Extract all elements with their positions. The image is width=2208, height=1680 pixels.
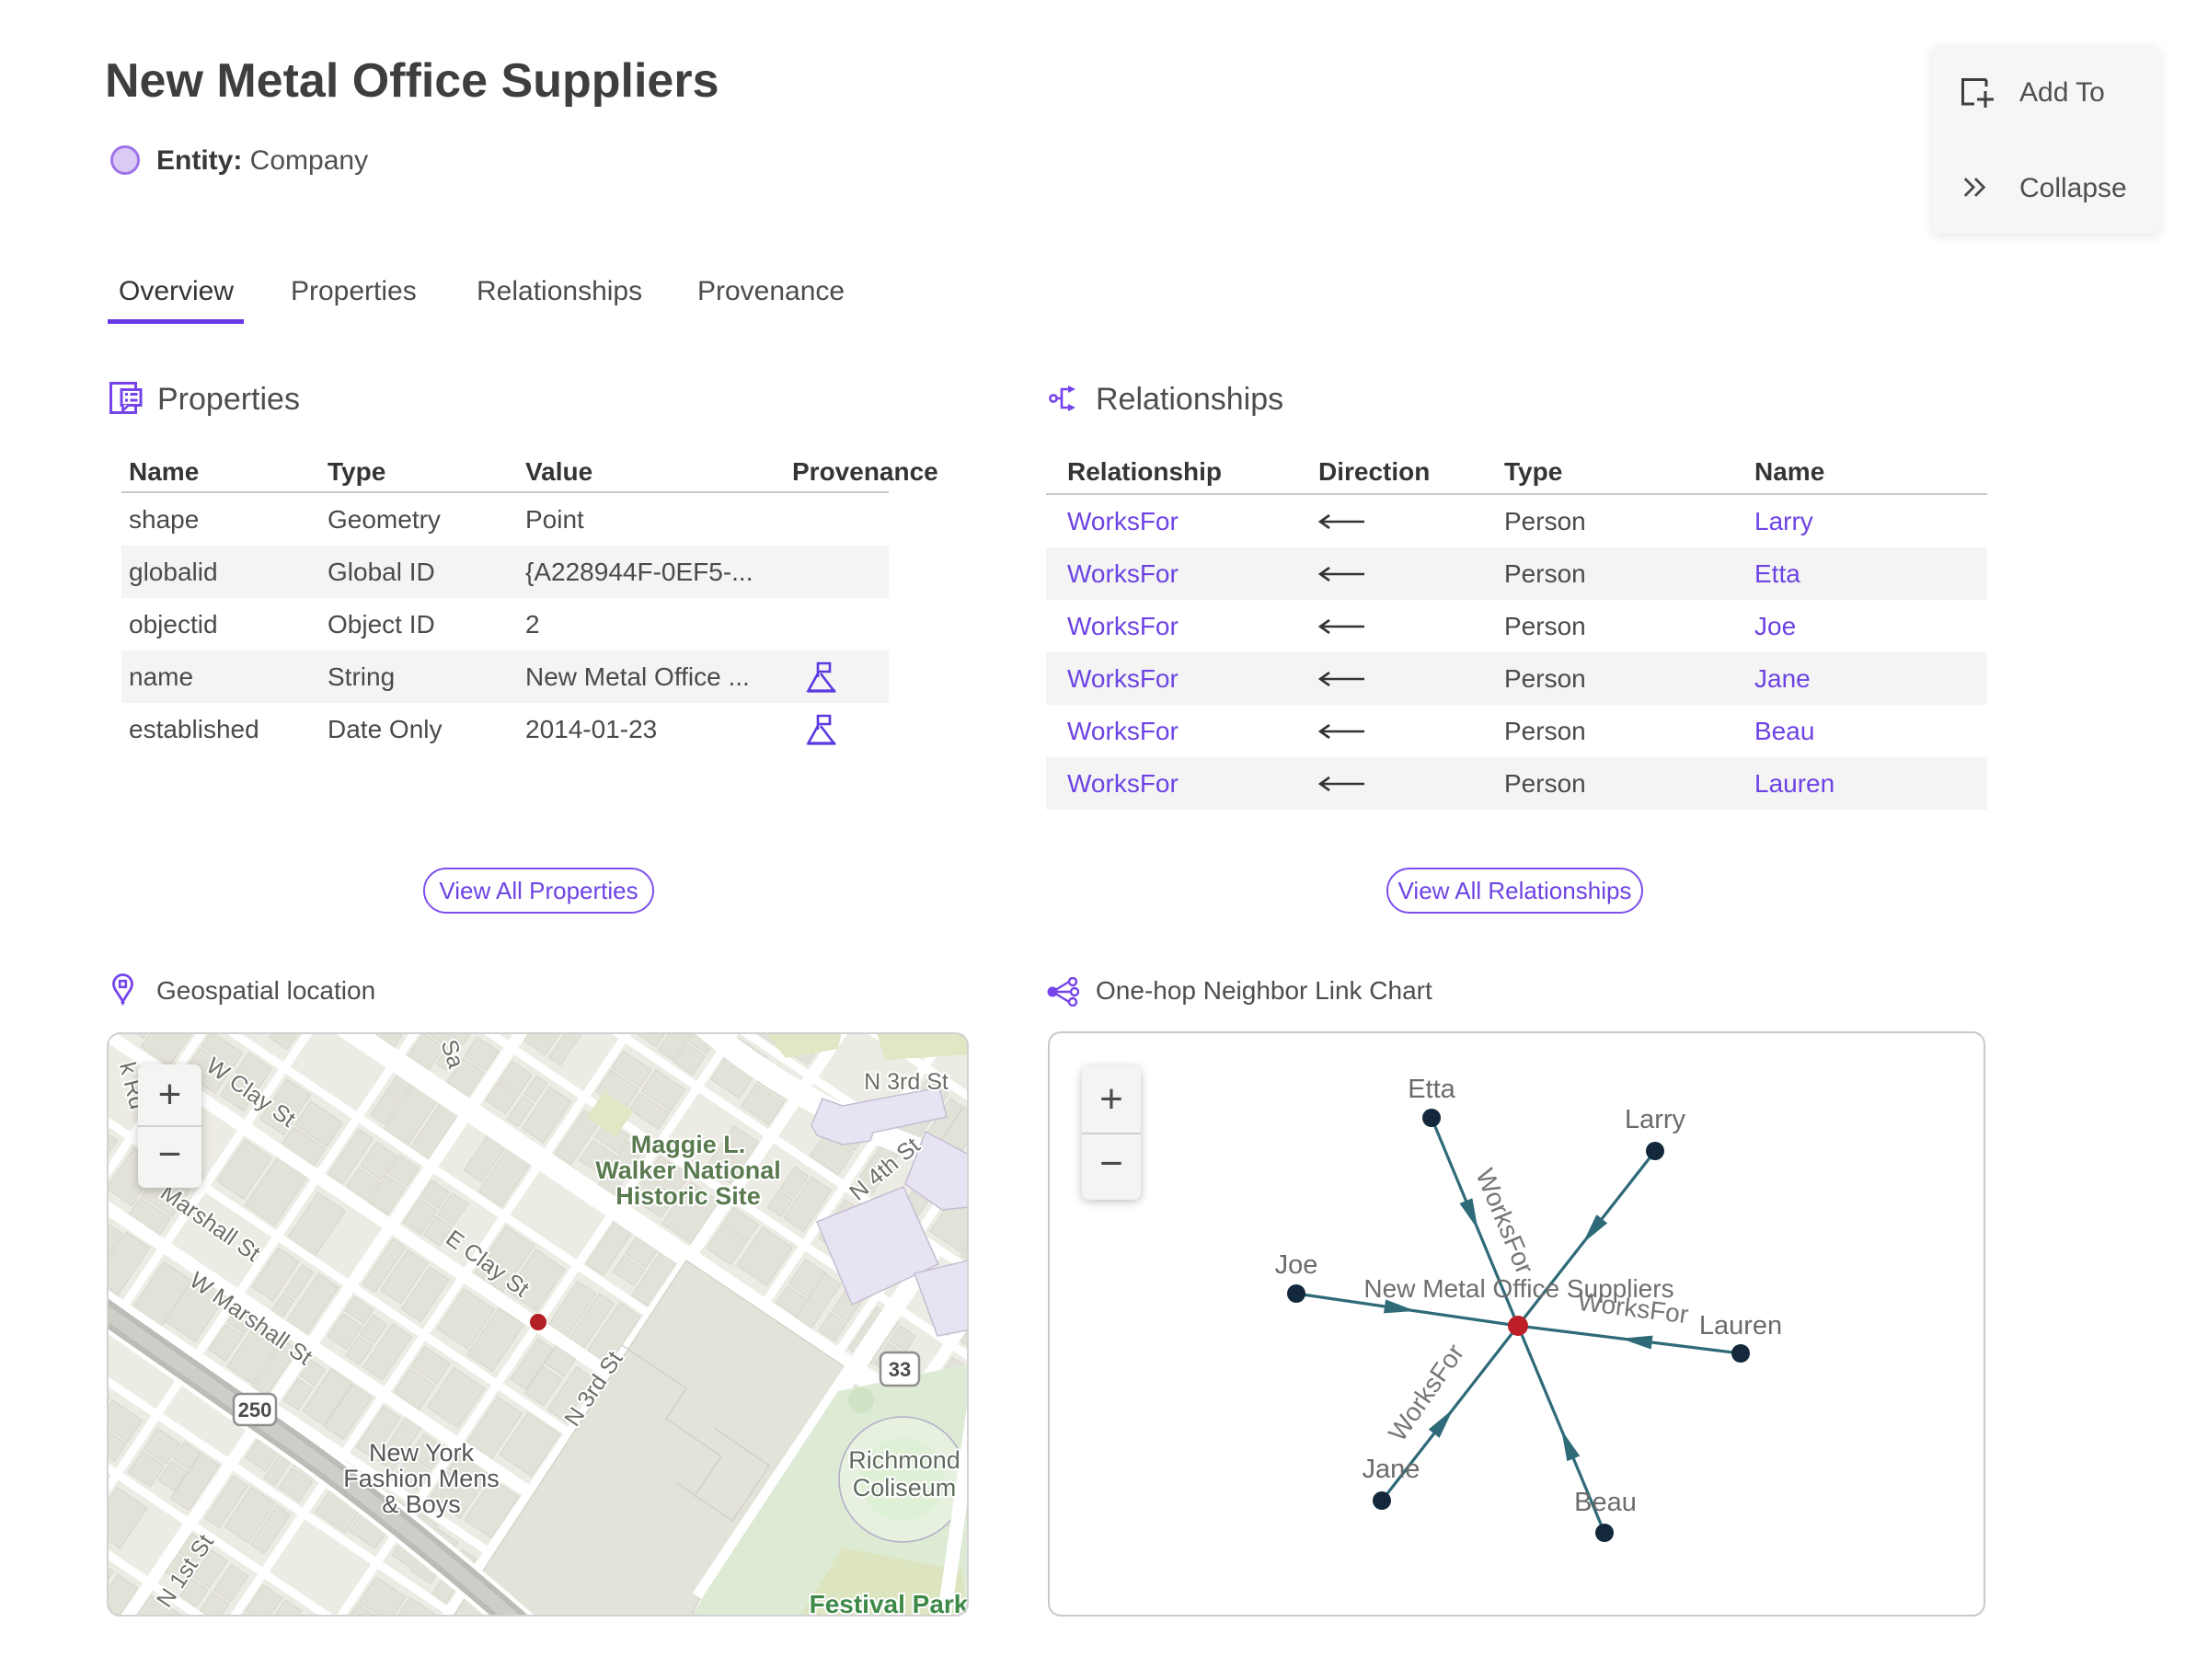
svg-text:Etta: Etta <box>1408 1075 1455 1104</box>
svg-text:Coliseum: Coliseum <box>853 1474 957 1502</box>
svg-text:33: 33 <box>889 1358 911 1381</box>
svg-text:250: 250 <box>238 1398 272 1421</box>
svg-text:Jane: Jane <box>1363 1455 1420 1484</box>
svg-text:Fashion Mens: Fashion Mens <box>343 1465 500 1492</box>
svg-text:& Boys: & Boys <box>382 1490 461 1518</box>
svg-text:WorksFor: WorksFor <box>1470 1165 1539 1278</box>
svg-text:Larry: Larry <box>1625 1105 1686 1134</box>
svg-text:Maggie L.: Maggie L. <box>631 1131 746 1158</box>
svg-text:Joe: Joe <box>1275 1250 1318 1280</box>
svg-text:Festival Park: Festival Park <box>810 1590 969 1617</box>
svg-text:N 3rd St: N 3rd St <box>864 1069 949 1095</box>
svg-text:Richmond: Richmond <box>848 1446 960 1474</box>
svg-text:WorksFor: WorksFor <box>1383 1339 1469 1446</box>
svg-text:Beau: Beau <box>1574 1488 1637 1517</box>
svg-text:Historic Site: Historic Site <box>615 1182 761 1210</box>
svg-text:New Metal Office Suppliers: New Metal Office Suppliers <box>1363 1274 1673 1303</box>
svg-text:Lauren: Lauren <box>1699 1311 1782 1341</box>
svg-text:Walker National: Walker National <box>595 1156 781 1184</box>
svg-text:New York: New York <box>369 1439 475 1467</box>
